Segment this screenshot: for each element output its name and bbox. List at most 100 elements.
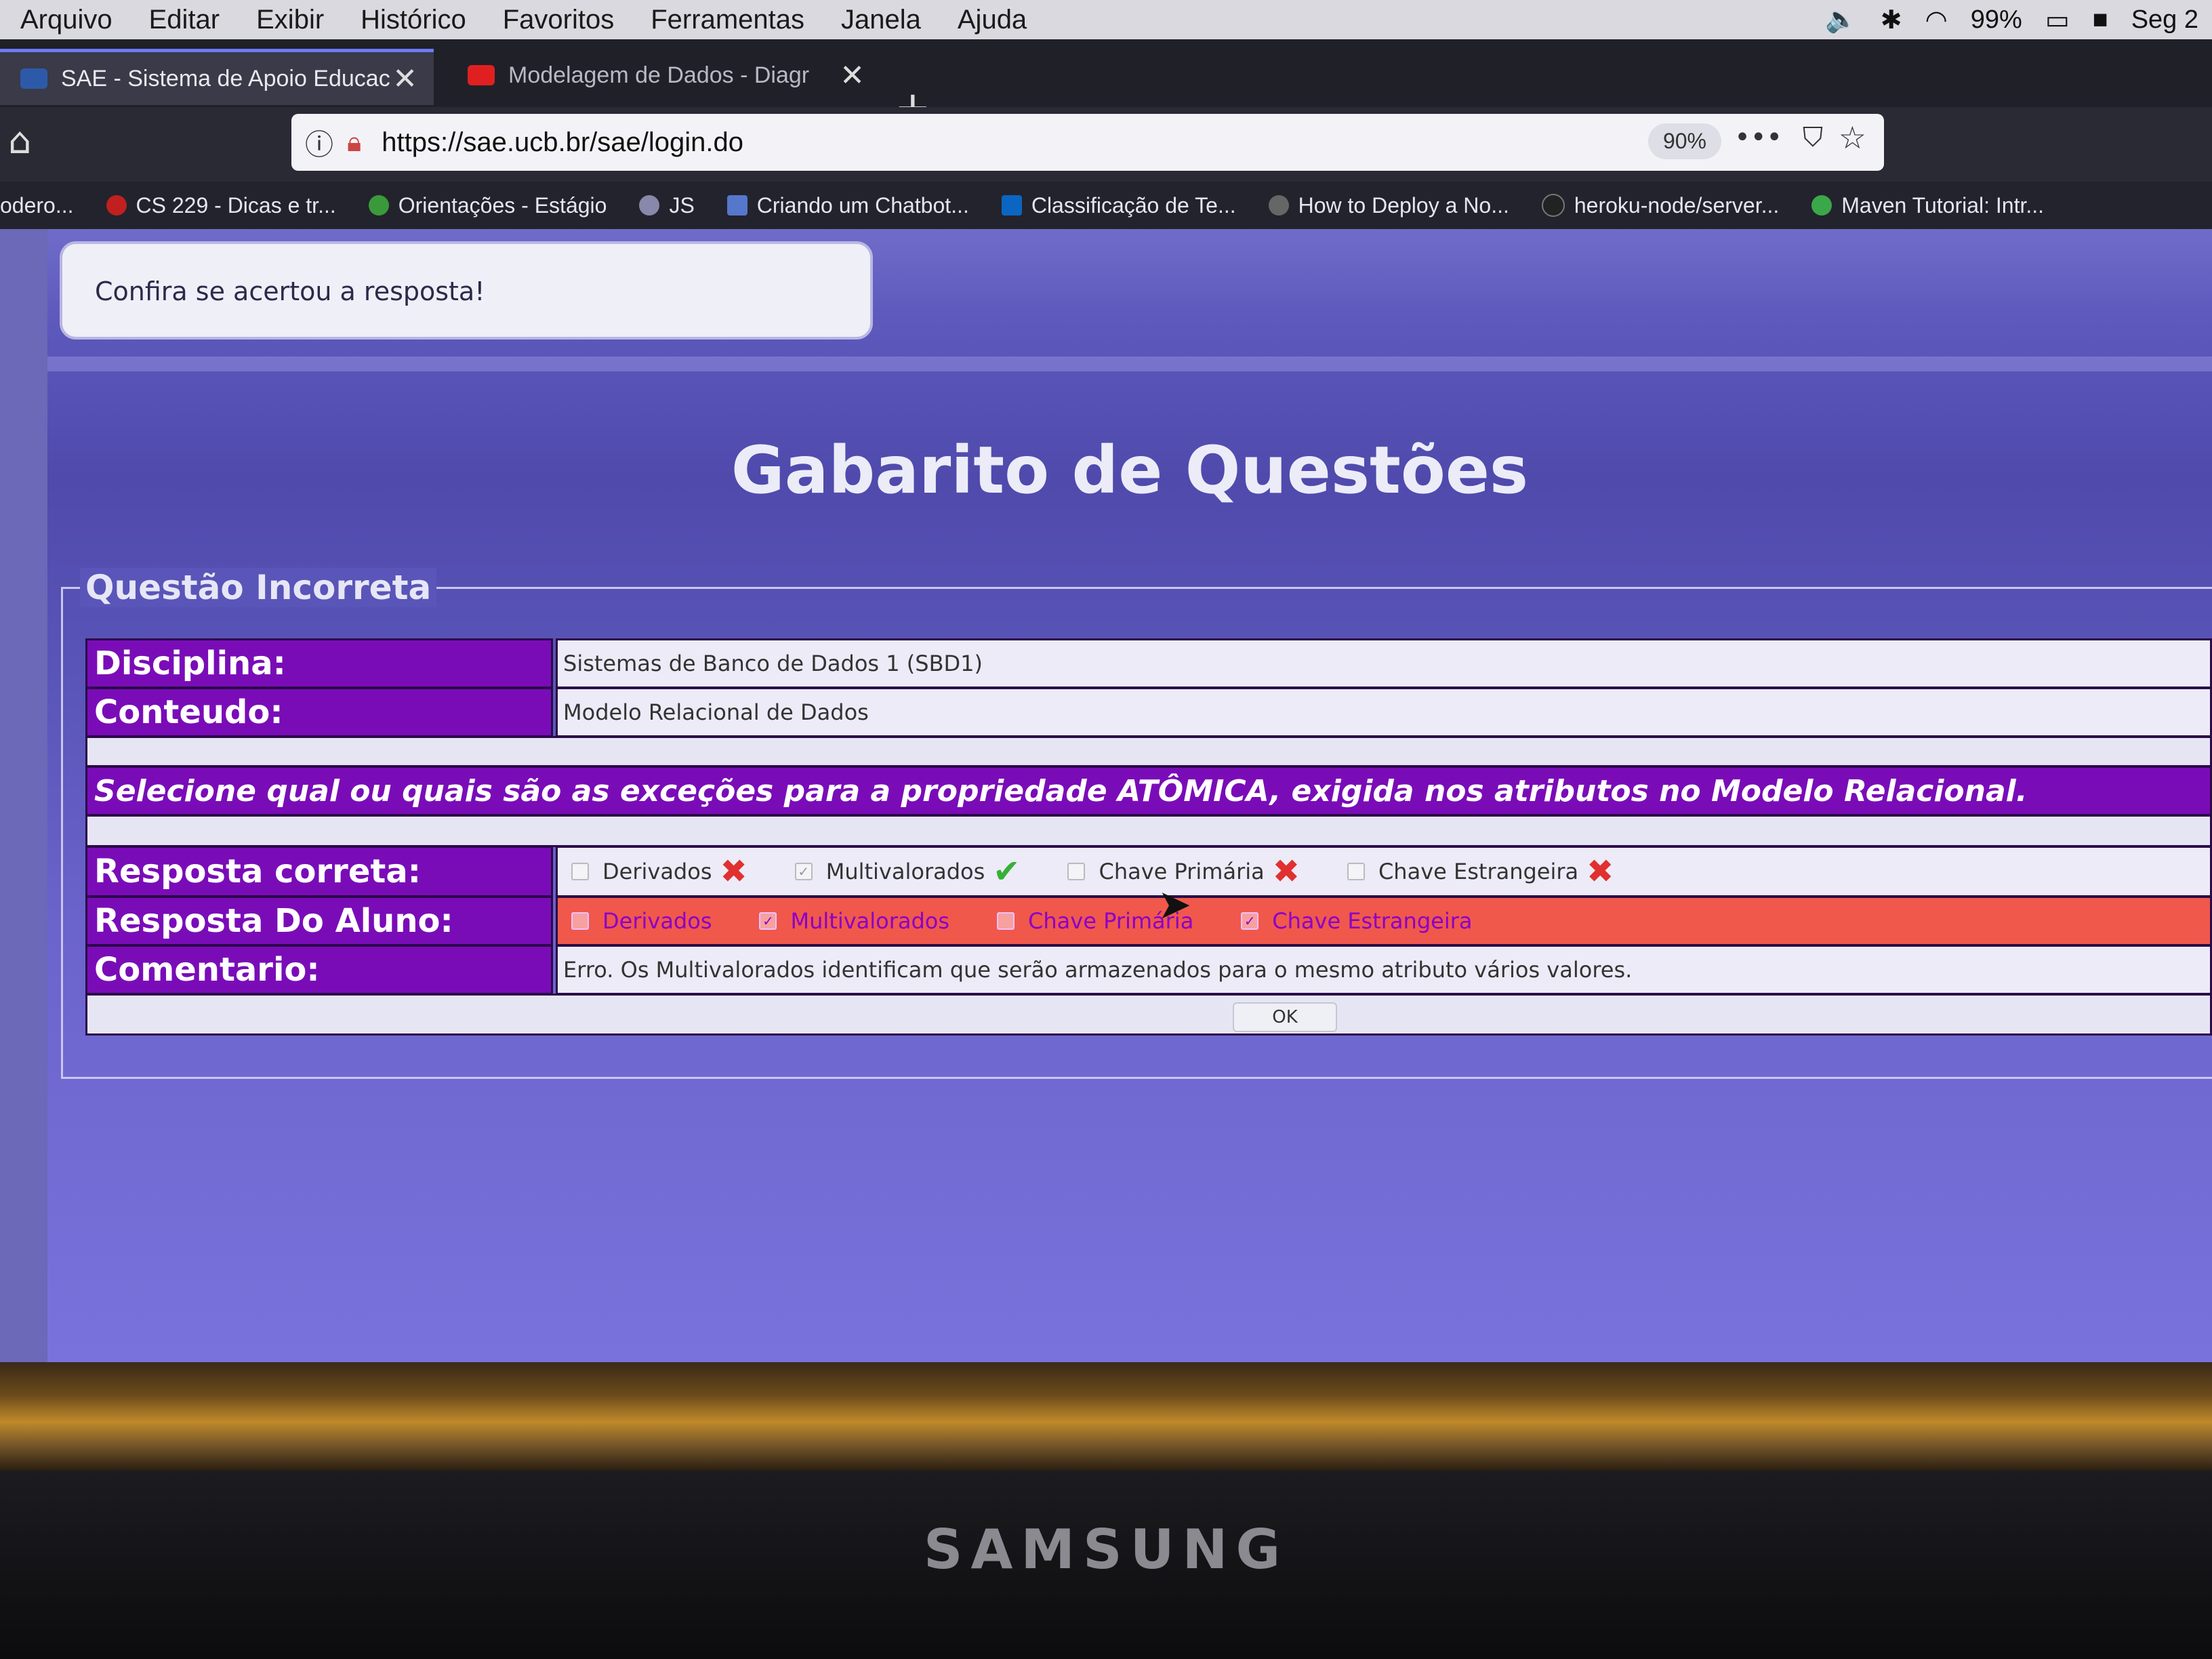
tab-modelagem[interactable]: Modelagem de Dados - Diagr ✕ bbox=[447, 49, 881, 102]
student-answer-options: Derivados ✓ Multivalorados Chave Primária… bbox=[556, 896, 2212, 946]
bookmark-item[interactable]: Maven Tutorial: Intr... bbox=[1811, 193, 2044, 218]
notice-text: Confira se acertou a resposta! bbox=[95, 276, 485, 306]
bookmarks-bar: odero... CS 229 - Dicas e tr... Orientaç… bbox=[0, 182, 2212, 229]
bookmark-icon bbox=[1268, 195, 1289, 216]
bookmark-icon bbox=[368, 195, 389, 216]
checkbox-icon bbox=[1067, 863, 1086, 880]
battery-icon[interactable]: ▭ bbox=[2045, 5, 2070, 35]
bookmark-item[interactable]: JS bbox=[639, 193, 695, 218]
conteudo-label: Conteudo: bbox=[85, 687, 553, 737]
comment-label: Comentario: bbox=[85, 945, 553, 995]
disciplina-label: Disciplina: bbox=[85, 638, 553, 689]
github-icon bbox=[1541, 194, 1565, 217]
ok-row: OK bbox=[85, 994, 2212, 1036]
volume-icon[interactable]: 🔈 bbox=[1825, 5, 1857, 35]
menu-arquivo[interactable]: Arquivo bbox=[20, 5, 112, 35]
checkbox-icon: ✓ bbox=[759, 912, 777, 930]
menu-editar[interactable]: Editar bbox=[149, 5, 220, 35]
star-icon[interactable]: ☆ bbox=[1839, 119, 1866, 156]
wrong-icon: ✖ bbox=[1272, 853, 1300, 890]
lock-icon[interactable]: 🔒︎ bbox=[347, 127, 361, 158]
status-area: 🔈 ✱ ◠ 99% ▭ ■ Seg 2 bbox=[1825, 0, 2198, 39]
menu-bar: Arquivo Editar Exibir Histórico Favorito… bbox=[0, 0, 2212, 39]
clock[interactable]: Seg 2 bbox=[2131, 5, 2198, 35]
home-icon[interactable]: ⌂ bbox=[8, 119, 31, 162]
checkbox-icon: ✓ bbox=[1241, 912, 1259, 930]
url-bar[interactable]: ⓘ 🔒︎ https://sae.ucb.br/sae/login.do 90%… bbox=[291, 114, 1884, 171]
page-content: Confira se acertou a resposta! Gabarito … bbox=[47, 229, 2212, 1362]
spacer-row bbox=[85, 736, 2212, 767]
menu-janela[interactable]: Janela bbox=[841, 5, 921, 35]
menu-favoritos[interactable]: Favoritos bbox=[503, 5, 615, 35]
student-answer-label: Resposta Do Aluno: bbox=[85, 896, 553, 946]
student-answer-row: Resposta Do Aluno: Derivados ✓ Multivalor… bbox=[85, 896, 2212, 946]
comment-value: Erro. Os Multivalorados identificam que … bbox=[556, 945, 2212, 995]
bluetooth-icon[interactable]: ✱ bbox=[1881, 5, 1902, 35]
result-legend: Questão Incorreta bbox=[80, 568, 437, 607]
student-option-chave-estrangeira: ✓ Chave Estrangeira bbox=[1241, 908, 1472, 934]
bookmark-item[interactable]: How to Deploy a No... bbox=[1268, 193, 1509, 218]
conteudo-value: Modelo Relacional de Dados bbox=[556, 687, 2212, 737]
page-title: Gabarito de Questões bbox=[731, 432, 1529, 508]
wrong-icon: ✖ bbox=[720, 853, 747, 890]
tab-label: Modelagem de Dados - Diagr bbox=[508, 62, 810, 88]
pocket-icon[interactable]: ⛉ bbox=[1803, 122, 1823, 153]
close-icon[interactable]: ✕ bbox=[392, 62, 417, 96]
checkbox-icon bbox=[997, 912, 1015, 930]
nav-bar: ⌂ ⓘ 🔒︎ https://sae.ucb.br/sae/login.do 9… bbox=[0, 107, 2212, 182]
correct-answer-row: Resposta correta: Derivados ✖ ✓ Multivalor… bbox=[85, 846, 2212, 897]
close-icon[interactable]: ✕ bbox=[840, 58, 865, 93]
correct-icon: ✔ bbox=[993, 853, 1021, 890]
wrong-icon: ✖ bbox=[1586, 853, 1614, 890]
flag-icon[interactable]: ■ bbox=[2093, 5, 2108, 35]
menu-exibir[interactable]: Exibir bbox=[256, 5, 324, 35]
disciplina-row: Disciplina: Sistemas de Banco de Dados 1… bbox=[85, 638, 2212, 689]
monitor-brand: SAMSUNG bbox=[923, 1518, 1289, 1581]
url-text[interactable]: https://sae.ucb.br/sae/login.do bbox=[382, 127, 743, 158]
correct-option-derivados: Derivados ✖ bbox=[571, 853, 747, 890]
sae-favicon-icon bbox=[20, 68, 47, 89]
checkbox-icon bbox=[571, 863, 589, 880]
bookmark-item[interactable]: Orientações - Estágio bbox=[368, 193, 607, 218]
tab-label: SAE - Sistema de Apoio Educac bbox=[61, 65, 390, 91]
bookmark-icon bbox=[726, 195, 747, 216]
ok-button[interactable]: OK bbox=[1233, 1002, 1337, 1032]
disciplina-value: Sistemas de Banco de Dados 1 (SBD1) bbox=[556, 638, 2212, 689]
correct-option-multivalorados: ✓ Multivalorados ✔ bbox=[794, 853, 1021, 890]
bookmark-item[interactable]: heroku-node/server... bbox=[1541, 193, 1779, 218]
tab-sae[interactable]: SAE - Sistema de Apoio Educac ✕ bbox=[0, 49, 434, 105]
conteudo-row: Conteudo: Modelo Relacional de Dados bbox=[85, 687, 2212, 737]
student-option-multivalorados: ✓ Multivalorados bbox=[759, 908, 949, 934]
student-option-derivados: Derivados bbox=[571, 908, 712, 934]
screen-reflection bbox=[0, 1362, 2212, 1471]
bookmark-item[interactable]: odero... bbox=[0, 193, 74, 218]
spacer-row bbox=[85, 815, 2212, 847]
left-sidebar bbox=[0, 229, 49, 1362]
checkbox-icon bbox=[571, 912, 589, 930]
question-text: Selecione qual ou quais são as exceções … bbox=[85, 766, 2212, 816]
menu-historico[interactable]: Histórico bbox=[361, 5, 466, 35]
menu-ferramentas[interactable]: Ferramentas bbox=[651, 5, 804, 35]
correct-answer-label: Resposta correta: bbox=[85, 846, 553, 897]
correct-option-chave-estrangeira: Chave Estrangeira ✖ bbox=[1347, 853, 1614, 890]
comment-row: Comentario: Erro. Os Multivalorados iden… bbox=[85, 945, 2212, 995]
zoom-badge[interactable]: 90% bbox=[1647, 123, 1721, 159]
bookmark-item[interactable]: CS 229 - Dicas e tr... bbox=[106, 193, 336, 218]
bookmark-icon bbox=[106, 195, 127, 216]
linkedin-icon bbox=[1001, 195, 1022, 216]
battery-percent[interactable]: 99% bbox=[1971, 5, 2022, 35]
bookmark-icon bbox=[1811, 195, 1832, 216]
divider bbox=[47, 356, 2212, 371]
checkbox-icon bbox=[1347, 863, 1365, 880]
info-icon[interactable]: ⓘ bbox=[305, 122, 333, 163]
menu-ajuda[interactable]: Ajuda bbox=[958, 5, 1027, 35]
more-icon[interactable]: ••• bbox=[1734, 122, 1782, 153]
globe-icon bbox=[639, 195, 660, 216]
bookmark-item[interactable]: Classificação de Te... bbox=[1001, 193, 1236, 218]
youtube-favicon-icon bbox=[468, 65, 495, 85]
correct-answer-options: Derivados ✖ ✓ Multivalorados ✔ Chave Primár… bbox=[556, 846, 2212, 897]
tab-bar: SAE - Sistema de Apoio Educac ✕ Modelage… bbox=[0, 39, 2212, 133]
wifi-icon[interactable]: ◠ bbox=[1925, 5, 1948, 35]
mouse-cursor-icon: ➤ bbox=[1158, 881, 1192, 928]
bookmark-item[interactable]: Criando um Chatbot... bbox=[726, 193, 969, 218]
